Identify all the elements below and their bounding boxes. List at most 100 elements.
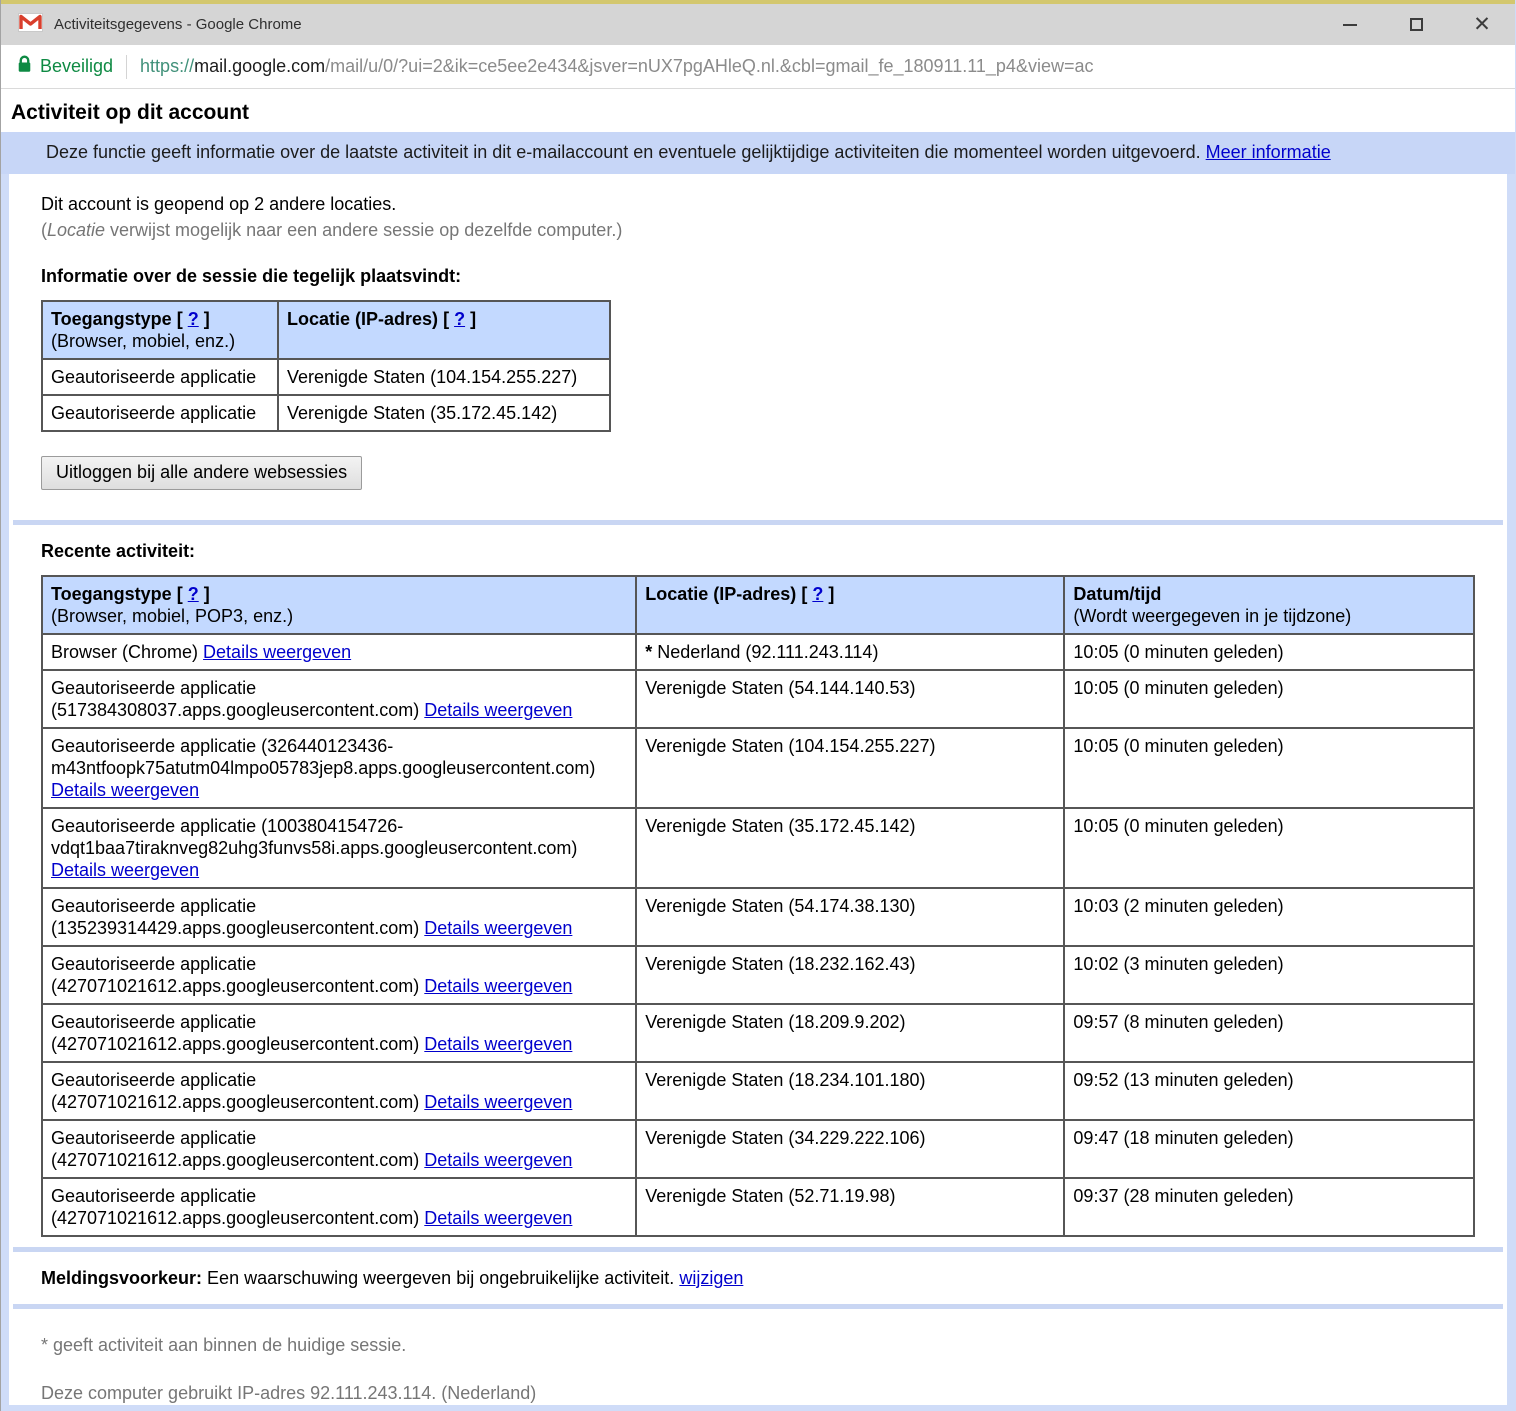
activity-access-type-cell: Geautoriseerde applicatie (427071021612.… xyxy=(40,1119,638,1179)
activity-datetime-cell: 10:03 (2 minuten geleden) xyxy=(1063,887,1475,947)
activity-table-row: Geautoriseerde applicatie (427071021612.… xyxy=(40,1061,1475,1121)
url-field[interactable]: https://mail.google.com/mail/u/0/?ui=2&i… xyxy=(140,56,1093,77)
activity-table-row: Geautoriseerde applicatie (1003804154726… xyxy=(40,807,1475,889)
alert-preference: Meldingsvoorkeur: Een waarschuwing weerg… xyxy=(41,1266,1475,1290)
activity-access-type-cell: Geautoriseerde applicatie (1003804154726… xyxy=(40,807,638,889)
col-header-access-type: Toegangstype [ ? ] (Browser, mobiel, POP… xyxy=(40,575,638,635)
activity-table-row: Geautoriseerde applicatie (326440123436-… xyxy=(40,727,1475,809)
address-bar-separator xyxy=(126,54,128,79)
activity-access-type-cell: Geautoriseerde applicatie (427071021612.… xyxy=(40,1061,638,1121)
details-link[interactable]: Details weergeven xyxy=(424,1034,572,1054)
details-link[interactable]: Details weergeven xyxy=(51,780,199,800)
url-scheme: https:// xyxy=(140,56,195,76)
maximize-icon xyxy=(1409,18,1423,31)
activity-location-cell: Verenigde Staten (52.71.19.98) xyxy=(635,1177,1066,1237)
activity-access-type-cell: Geautoriseerde applicatie (427071021612.… xyxy=(40,945,638,1005)
close-icon: ✕ xyxy=(1473,13,1491,36)
activity-access-type-cell: Geautoriseerde applicatie (517384308037.… xyxy=(40,669,638,729)
activity-location-cell: Verenigde Staten (18.209.9.202) xyxy=(635,1003,1066,1063)
activity-datetime-cell: 10:02 (3 minuten geleden) xyxy=(1063,945,1475,1005)
table-header-row: Toegangstype [ ? ] (Browser, mobiel, POP… xyxy=(40,575,1475,635)
window-controls: ✕ xyxy=(1317,4,1515,45)
current-session-asterisk: * xyxy=(645,642,658,662)
details-link[interactable]: Details weergeven xyxy=(424,1150,572,1170)
help-link-location[interactable]: ? xyxy=(812,584,823,604)
details-link[interactable]: Details weergeven xyxy=(203,642,351,662)
more-info-link[interactable]: Meer informatie xyxy=(1206,142,1331,162)
details-link[interactable]: Details weergeven xyxy=(424,1092,572,1112)
section-divider xyxy=(13,1247,1503,1252)
session-location-cell: Verenigde Staten (35.172.45.142) xyxy=(277,394,611,432)
close-button[interactable]: ✕ xyxy=(1449,4,1515,45)
signout-other-sessions-button[interactable]: Uitloggen bij alle andere websessies xyxy=(41,456,363,490)
session-asterisk-note: * geeft activiteit aan binnen de huidige… xyxy=(41,1335,407,1355)
activity-access-type-cell: Geautoriseerde applicatie (427071021612.… xyxy=(40,1177,638,1237)
help-link-access-type[interactable]: ? xyxy=(188,309,199,329)
alert-preference-label: Meldingsvoorkeur: xyxy=(41,1268,203,1288)
activity-location-cell: Verenigde Staten (54.144.140.53) xyxy=(635,669,1066,729)
activity-datetime-cell: 10:05 (0 minuten geleden) xyxy=(1063,669,1475,729)
concurrent-session-heading: Informatie over de sessie die tegelijk p… xyxy=(41,266,462,286)
gmail-envelope-icon xyxy=(18,12,43,37)
browser-window: Activiteitsgegevens - Google Chrome ✕ Be… xyxy=(0,0,1516,1411)
activity-datetime-cell: 09:47 (18 minuten geleden) xyxy=(1063,1119,1475,1179)
content-frame: Dit account is geopend op 2 andere locat… xyxy=(1,174,1515,1411)
activity-datetime-cell: 10:05 (0 minuten geleden) xyxy=(1063,633,1475,671)
activity-table-row: Geautoriseerde applicatie (427071021612.… xyxy=(40,1177,1475,1237)
recent-activity-table: Toegangstype [ ? ] (Browser, mobiel, POP… xyxy=(40,575,1475,1237)
help-link-location[interactable]: ? xyxy=(454,309,465,329)
activity-access-type-cell: Geautoriseerde applicatie (326440123436-… xyxy=(40,727,638,809)
table-header-row: Toegangstype [ ? ] (Browser, mobiel, enz… xyxy=(41,300,611,360)
activity-table-row: Geautoriseerde applicatie (427071021612.… xyxy=(40,1119,1475,1179)
address-bar: Beveiligd https://mail.google.com/mail/u… xyxy=(1,45,1515,89)
change-preference-link[interactable]: wijzigen xyxy=(679,1268,743,1288)
activity-location-cell: Verenigde Staten (54.174.38.130) xyxy=(635,887,1066,947)
section-divider xyxy=(13,520,1503,525)
info-bar-text: Deze functie geeft informatie over de la… xyxy=(46,142,1201,162)
alert-preference-text: Een waarschuwing weergeven bij ongebruik… xyxy=(207,1268,675,1288)
col-header-datetime: Datum/tijd (Wordt weergegeven in je tijd… xyxy=(1063,575,1475,635)
info-bar: Deze functie geeft informatie over de la… xyxy=(1,132,1515,174)
content-area: Dit account is geopend op 2 andere locat… xyxy=(9,174,1507,1405)
activity-table-row: Geautoriseerde applicatie (135239314429.… xyxy=(40,887,1475,947)
col-header-location: Locatie (IP-adres) [ ? ] xyxy=(635,575,1066,635)
activity-table-row: Geautoriseerde applicatie (427071021612.… xyxy=(40,1003,1475,1063)
details-link[interactable]: Details weergeven xyxy=(424,1208,572,1228)
activity-location-cell: * Nederland (92.111.243.114) xyxy=(635,633,1066,671)
session-location-cell: Verenigde Staten (104.154.255.227) xyxy=(277,358,611,396)
activity-table-row: Browser (Chrome) Details weergeven * Ned… xyxy=(40,633,1475,671)
activity-datetime-cell: 09:52 (13 minuten geleden) xyxy=(1063,1061,1475,1121)
location-word: Locatie xyxy=(47,220,106,240)
activity-access-type-cell: Geautoriseerde applicatie (135239314429.… xyxy=(40,887,638,947)
details-link[interactable]: Details weergeven xyxy=(51,860,199,880)
details-link[interactable]: Details weergeven xyxy=(424,976,572,996)
window-titlebar: Activiteitsgegevens - Google Chrome ✕ xyxy=(1,0,1515,45)
activity-location-cell: Verenigde Staten (35.172.45.142) xyxy=(635,807,1066,889)
padlock-icon xyxy=(17,54,32,79)
session-access-type-cell: Geautoriseerde applicatie xyxy=(41,358,279,396)
col-header-location: Locatie (IP-adres) [ ? ] xyxy=(277,300,611,360)
activity-location-cell: Verenigde Staten (18.232.162.43) xyxy=(635,945,1066,1005)
maximize-button[interactable] xyxy=(1383,4,1449,45)
minimize-button[interactable] xyxy=(1317,4,1383,45)
activity-table-row: Geautoriseerde applicatie (427071021612.… xyxy=(40,945,1475,1005)
concurrent-session-table: Toegangstype [ ? ] (Browser, mobiel, enz… xyxy=(41,300,611,432)
account-open-summary: Dit account is geopend op 2 andere locat… xyxy=(41,194,397,214)
session-table-row: Geautoriseerde applicatie Verenigde Stat… xyxy=(41,358,611,396)
details-link[interactable]: Details weergeven xyxy=(424,918,572,938)
session-access-type-cell: Geautoriseerde applicatie xyxy=(41,394,279,432)
location-note: (Locatie verwijst mogelijk naar een ande… xyxy=(41,220,623,240)
url-path: /mail/u/0/?ui=2&ik=ce5ee2e434&jsver=nUX7… xyxy=(325,56,1094,76)
activity-location-cell: Verenigde Staten (104.154.255.227) xyxy=(635,727,1066,809)
minimize-icon xyxy=(1343,23,1357,26)
activity-datetime-cell: 09:57 (8 minuten geleden) xyxy=(1063,1003,1475,1063)
details-link[interactable]: Details weergeven xyxy=(424,700,572,720)
activity-datetime-cell: 10:05 (0 minuten geleden) xyxy=(1063,727,1475,809)
session-table-row: Geautoriseerde applicatie Verenigde Stat… xyxy=(41,394,611,432)
help-link-access-type[interactable]: ? xyxy=(188,584,199,604)
activity-datetime-cell: 09:37 (28 minuten geleden) xyxy=(1063,1177,1475,1237)
activity-access-type-cell: Geautoriseerde applicatie (427071021612.… xyxy=(40,1003,638,1063)
activity-datetime-cell: 10:05 (0 minuten geleden) xyxy=(1063,807,1475,889)
activity-location-cell: Verenigde Staten (18.234.101.180) xyxy=(635,1061,1066,1121)
computer-ip-note: Deze computer gebruikt IP-adres 92.111.2… xyxy=(41,1383,537,1403)
